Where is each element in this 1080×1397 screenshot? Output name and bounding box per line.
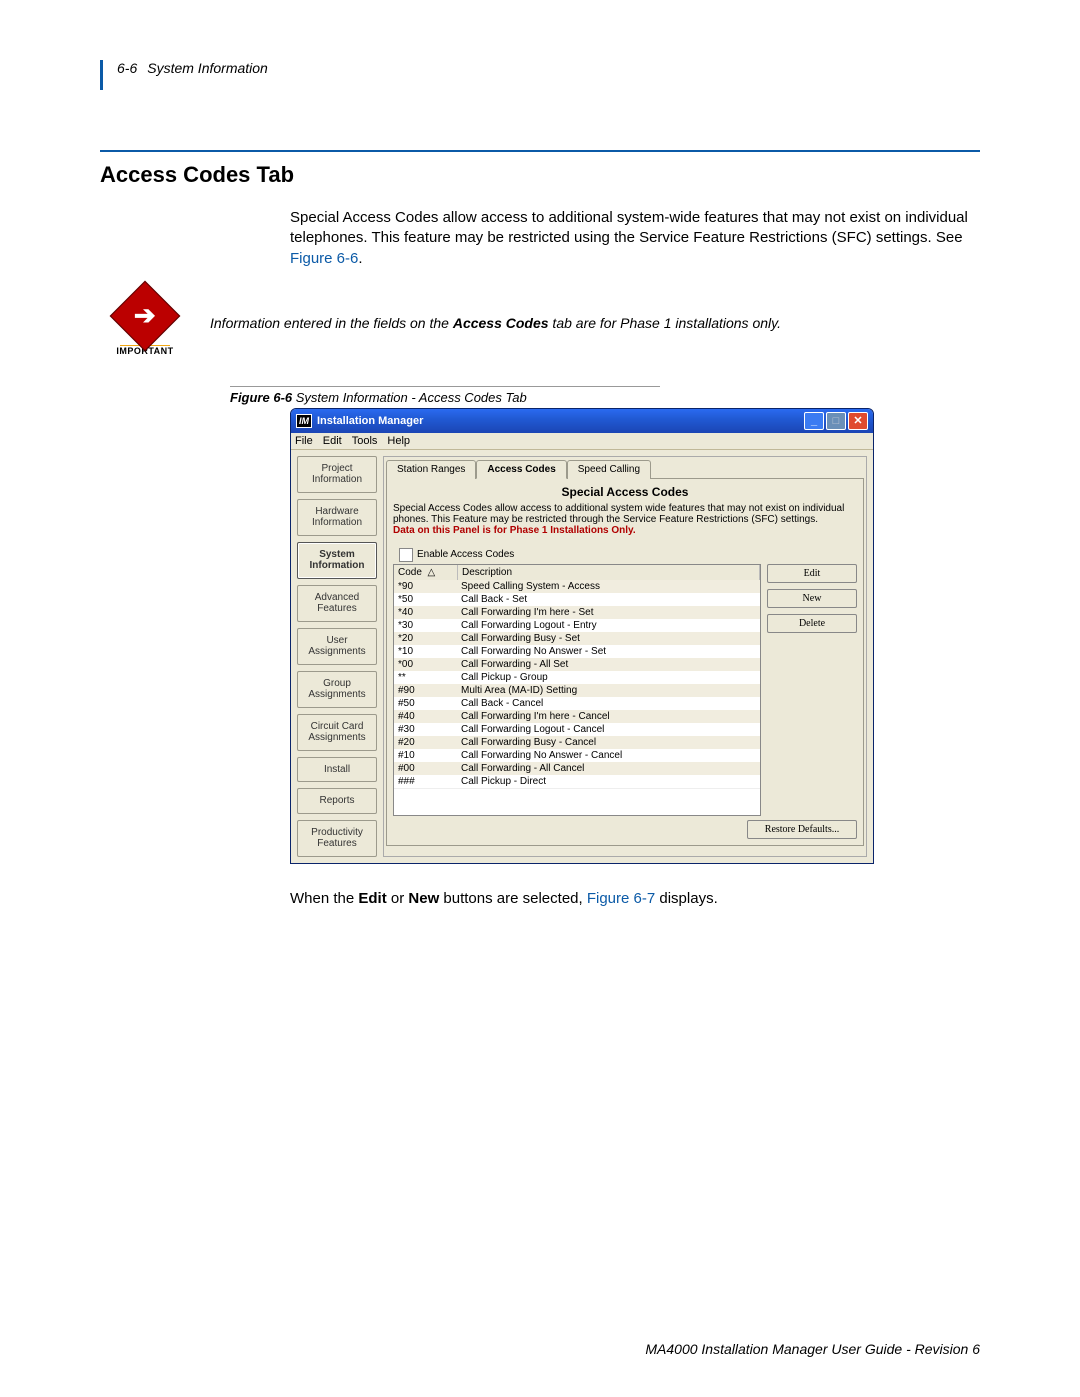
window-title: Installation Manager (317, 415, 423, 427)
important-badge: ➔ IMPORTANT (100, 291, 190, 356)
table-row[interactable]: #40Call Forwarding I'm here - Cancel (394, 710, 760, 723)
side-nav: Project Information Hardware Information S… (297, 456, 377, 857)
section-title: Access Codes Tab (100, 162, 980, 188)
nav-productivity-features[interactable]: Productivity Features (297, 820, 377, 857)
table-row[interactable]: ###Call Pickup - Direct (394, 775, 760, 788)
table-row[interactable]: *30Call Forwarding Logout - Entry (394, 619, 760, 632)
intro-period: . (358, 250, 362, 267)
tab-station-ranges[interactable]: Station Ranges (386, 460, 476, 479)
page-number: 6-6 (117, 60, 137, 76)
table-row[interactable]: *00Call Forwarding - All Set (394, 658, 760, 671)
col-description[interactable]: Description (458, 565, 760, 580)
pane-description: Special Access Codes allow access to add… (393, 503, 857, 536)
menu-help[interactable]: Help (387, 435, 410, 447)
intro-paragraph: Special Access Codes allow access to add… (290, 208, 980, 269)
important-icon: ➔ (120, 291, 170, 341)
nav-hardware-information[interactable]: Hardware Information (297, 499, 377, 536)
window-titlebar[interactable]: IM Installation Manager _ □ ✕ (291, 409, 873, 433)
tab-speed-calling[interactable]: Speed Calling (567, 460, 651, 479)
nav-group-assignments[interactable]: Group Assignments (297, 671, 377, 708)
phase1-warning: Data on this Panel is for Phase 1 Instal… (393, 525, 636, 536)
installation-manager-window: IM Installation Manager _ □ ✕ File Edit To… (290, 408, 874, 864)
figure-link-6-6[interactable]: Figure 6-6 (290, 250, 358, 267)
menu-tools[interactable]: Tools (352, 435, 378, 447)
table-row[interactable]: *20Call Forwarding Busy - Set (394, 632, 760, 645)
app-icon: IM (296, 414, 312, 428)
tab-access-codes[interactable]: Access Codes (476, 460, 566, 479)
page-footer: MA4000 Installation Manager User Guide -… (645, 1341, 980, 1357)
close-button[interactable]: ✕ (848, 412, 868, 430)
section-rule (100, 150, 980, 152)
table-row[interactable]: #00Call Forwarding - All Cancel (394, 762, 760, 775)
page-header: 6-6 System Information (100, 60, 980, 90)
minimize-button[interactable]: _ (804, 412, 824, 430)
intro-text: Special Access Codes allow access to add… (290, 209, 968, 246)
table-row[interactable]: #10Call Forwarding No Answer - Cancel (394, 749, 760, 762)
nav-reports[interactable]: Reports (297, 788, 377, 814)
enable-access-codes[interactable]: Enable Access Codes (399, 548, 857, 562)
codes-table[interactable]: Code △ Description *90Speed Calling Syst… (393, 564, 761, 816)
edit-button[interactable]: Edit (767, 564, 857, 583)
after-figure-text: When the Edit or New buttons are selecte… (290, 890, 980, 907)
table-row[interactable]: #20Call Forwarding Busy - Cancel (394, 736, 760, 749)
nav-system-information[interactable]: System Information (297, 542, 377, 579)
menu-edit[interactable]: Edit (323, 435, 342, 447)
table-row[interactable]: #90Multi Area (MA-ID) Setting (394, 684, 760, 697)
tabs: Station RangesAccess CodesSpeed Calling (386, 459, 864, 478)
important-block: ➔ IMPORTANT Information entered in the f… (100, 291, 980, 356)
pane-title: Special Access Codes (393, 485, 857, 499)
new-button[interactable]: New (767, 589, 857, 608)
menu-bar[interactable]: File Edit Tools Help (291, 433, 873, 450)
menu-file[interactable]: File (295, 435, 313, 447)
access-codes-pane: Special Access Codes Special Access Code… (386, 478, 864, 846)
nav-circuit-card-assignments[interactable]: Circuit Card Assignments (297, 714, 377, 751)
table-row[interactable]: *50Call Back - Set (394, 593, 760, 606)
table-header[interactable]: Code △ Description (394, 565, 760, 580)
table-row[interactable]: *90Speed Calling System - Access (394, 580, 760, 593)
nav-advanced-features[interactable]: Advanced Features (297, 585, 377, 622)
figure-link-6-7[interactable]: Figure 6-7 (587, 890, 655, 907)
nav-install[interactable]: Install (297, 757, 377, 783)
page-section: System Information (147, 60, 268, 76)
table-row[interactable]: *10Call Forwarding No Answer - Set (394, 645, 760, 658)
nav-project-information[interactable]: Project Information (297, 456, 377, 493)
table-row[interactable]: #30Call Forwarding Logout - Cancel (394, 723, 760, 736)
restore-defaults-button[interactable]: Restore Defaults... (747, 820, 857, 839)
figure-caption: Figure 6-6 System Information - Access C… (230, 386, 660, 405)
table-row[interactable]: **Call Pickup - Group (394, 671, 760, 684)
enable-checkbox[interactable] (399, 548, 413, 562)
important-note: Information entered in the fields on the… (210, 314, 980, 333)
col-code[interactable]: Code △ (394, 565, 458, 580)
table-row[interactable]: *40Call Forwarding I'm here - Set (394, 606, 760, 619)
maximize-button[interactable]: □ (826, 412, 846, 430)
table-row[interactable]: #50Call Back - Cancel (394, 697, 760, 710)
nav-user-assignments[interactable]: User Assignments (297, 628, 377, 665)
enable-label: Enable Access Codes (417, 549, 514, 560)
delete-button[interactable]: Delete (767, 614, 857, 633)
